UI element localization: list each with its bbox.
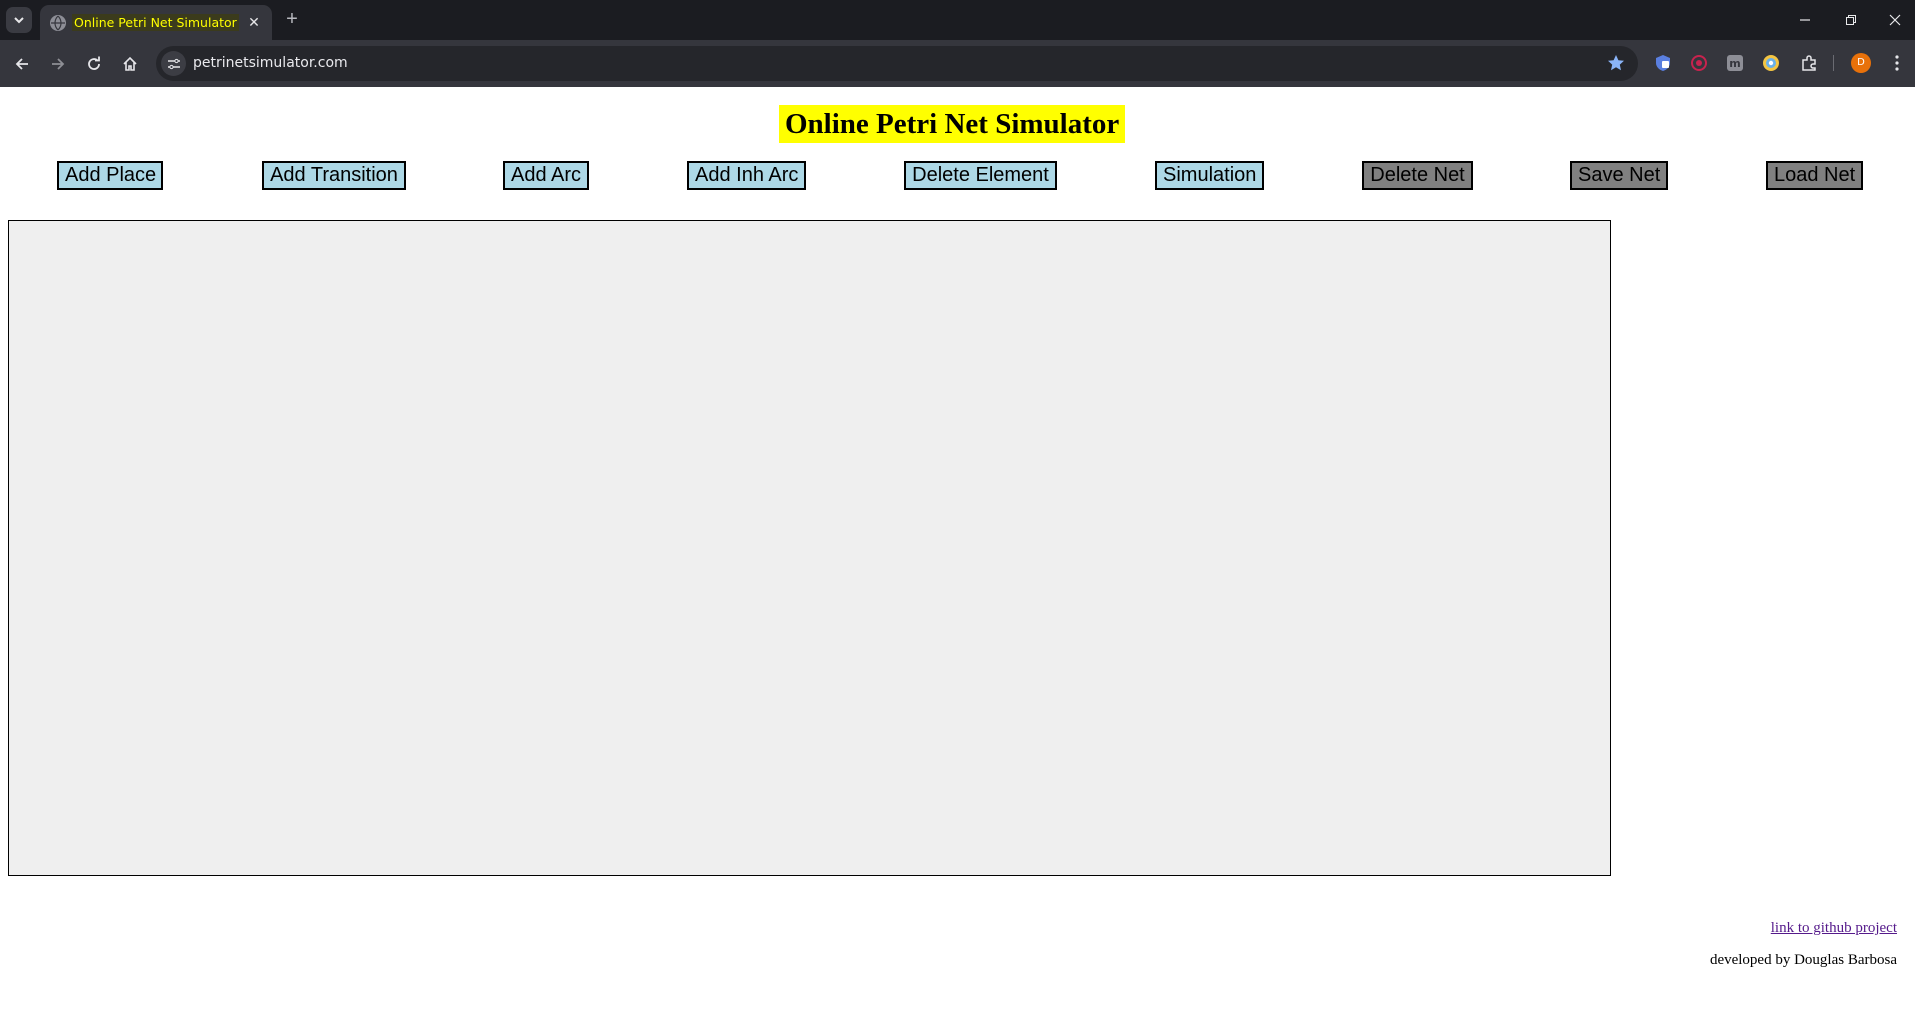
close-window-icon[interactable] xyxy=(1872,0,1915,40)
plus-icon[interactable]: + xyxy=(282,9,302,29)
globe-icon xyxy=(50,14,66,31)
back-icon[interactable] xyxy=(8,50,36,78)
home-icon[interactable] xyxy=(116,50,144,78)
developer-credit: developed by Douglas Barbosa xyxy=(1709,952,1897,968)
site-settings-icon[interactable] xyxy=(161,51,186,76)
delete-element-button[interactable]: Delete Element xyxy=(904,161,1057,190)
add-transition-button[interactable]: Add Transition xyxy=(262,161,406,190)
simulation-button[interactable]: Simulation xyxy=(1155,161,1264,190)
restore-icon[interactable] xyxy=(1828,0,1874,40)
close-icon[interactable]: ✕ xyxy=(246,14,262,30)
m-extension-icon[interactable]: m xyxy=(1724,52,1746,74)
github-project-link[interactable]: link to github project xyxy=(1771,920,1897,937)
add-inh-arc-button[interactable]: Add Inh Arc xyxy=(687,161,806,190)
active-tab[interactable]: Online Petri Net Simulator ✕ xyxy=(40,5,272,40)
add-arc-button[interactable]: Add Arc xyxy=(503,161,589,190)
color-extension-icon[interactable] xyxy=(1760,52,1782,74)
petri-net-canvas[interactable] xyxy=(8,220,1611,876)
delete-net-button[interactable]: Delete Net xyxy=(1362,161,1473,190)
load-net-button[interactable]: Load Net xyxy=(1766,161,1863,190)
address-bar[interactable]: petrinetsimulator.com xyxy=(156,46,1638,81)
shield-extension-icon[interactable] xyxy=(1652,52,1674,74)
tab-search-button[interactable] xyxy=(6,7,32,33)
chevron-down-icon xyxy=(14,17,24,24)
add-place-button[interactable]: Add Place xyxy=(57,161,163,190)
record-extension-icon[interactable] xyxy=(1688,52,1710,74)
url-text: petrinetsimulator.com xyxy=(193,55,348,71)
page-title: Online Petri Net Simulator xyxy=(779,105,1126,143)
star-icon[interactable] xyxy=(1606,53,1626,73)
browser-tab-strip: Online Petri Net Simulator ✕ + xyxy=(0,0,1915,40)
forward-icon[interactable] xyxy=(44,50,72,78)
save-net-button[interactable]: Save Net xyxy=(1570,161,1668,190)
menu-icon[interactable] xyxy=(1886,52,1908,74)
minimize-icon[interactable] xyxy=(1782,0,1828,40)
avatar-initial: D xyxy=(1857,57,1865,68)
svg-text:m: m xyxy=(1729,57,1740,70)
browser-toolbar: petrinetsimulator.com m D xyxy=(0,40,1915,87)
avatar[interactable]: D xyxy=(1850,52,1872,74)
reload-icon[interactable] xyxy=(80,50,108,78)
toolbar-separator xyxy=(1833,55,1834,71)
extensions-icon[interactable] xyxy=(1798,52,1820,74)
tab-title: Online Petri Net Simulator xyxy=(72,14,239,31)
